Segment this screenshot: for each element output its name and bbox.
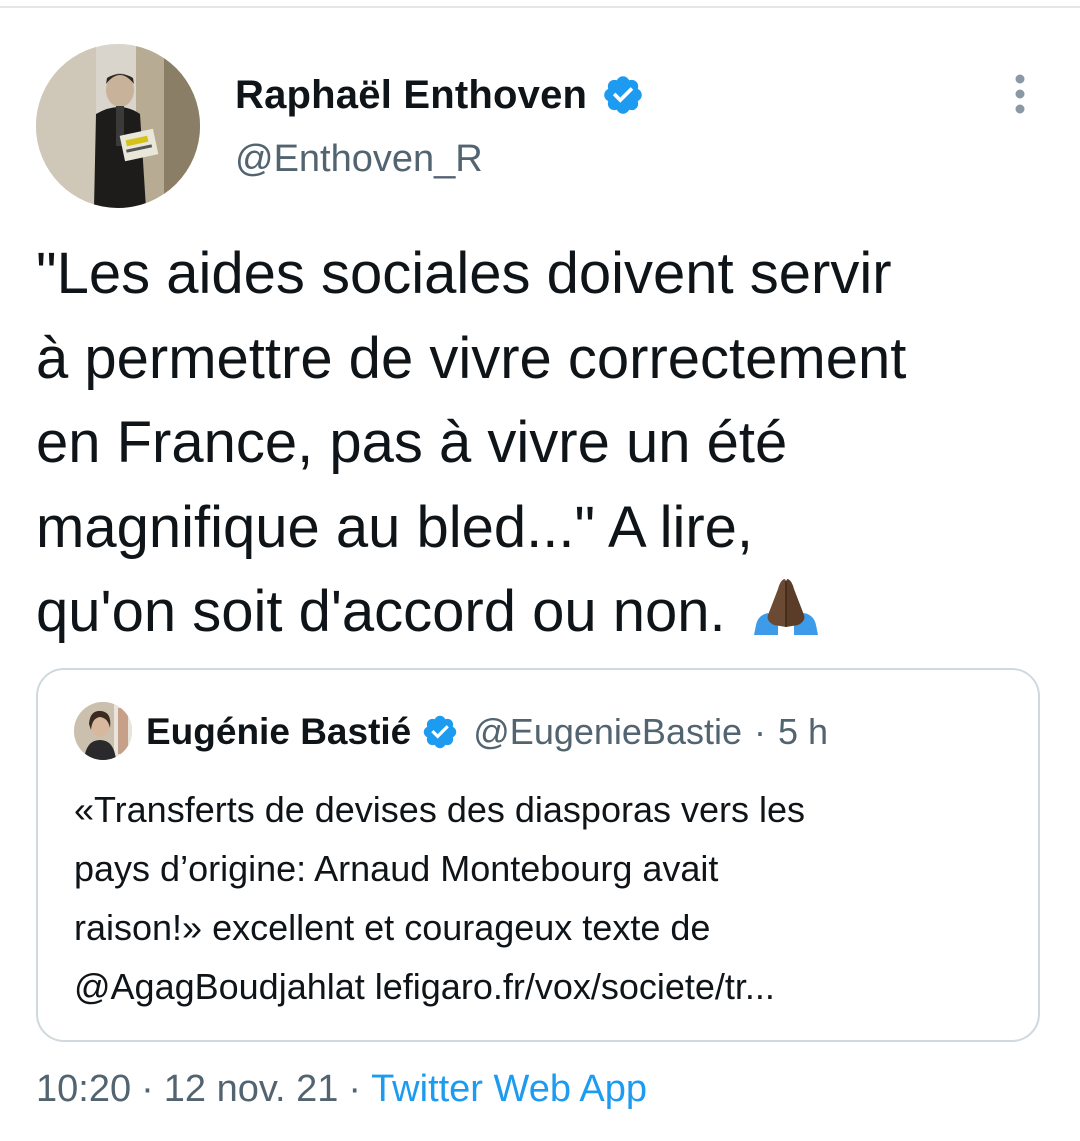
quoted-tweet-time[interactable]: 5 h (778, 711, 828, 753)
quoted-text-line: raison!» excellent et courageux texte de (74, 907, 711, 948)
more-vertical-icon (1015, 74, 1025, 114)
quoted-tweet-header: Eugénie Bastié @EugenieBastie · 5 h (146, 706, 828, 758)
author-display-name[interactable]: Raphaël Enthoven (235, 73, 587, 118)
top-divider (0, 6, 1080, 8)
quoted-text-line: «Transferts de devises des diasporas ver… (74, 789, 806, 830)
tweet-text-last-line: qu'on soit d'accord ou non. (36, 570, 1066, 655)
tweet-text-line: qu'on soit d'accord ou non. (36, 579, 726, 644)
author-avatar-image (36, 44, 200, 208)
tweet-text-line: en France, pas à vivre un été (36, 410, 788, 475)
quoted-text-line: @AgagBoudjahlat lefigaro.fr/vox/societe/… (74, 966, 775, 1007)
tweet-text-line: "Les aides sociales doivent servir (36, 241, 892, 306)
author-handle[interactable]: @Enthoven_R (235, 138, 483, 181)
author-name-row: Raphaël Enthoven (235, 70, 645, 120)
tweet-source-link[interactable]: Twitter Web App (371, 1068, 647, 1110)
quoted-author-avatar-image (74, 702, 132, 760)
separator-dot: · (753, 711, 766, 752)
folded-hands-emoji (744, 574, 828, 635)
quoted-author-name[interactable]: Eugénie Bastié (146, 711, 411, 753)
quoted-tweet-text: «Transferts de devises des diasporas ver… (74, 780, 1014, 1016)
separator-dot: · (141, 1068, 154, 1110)
verified-badge-icon (601, 73, 645, 117)
tweet-text-line: à permettre de vivre correctement (36, 325, 907, 391)
author-avatar[interactable] (36, 44, 200, 208)
tweet-text: "Les aides sociales doivent servir à per… (36, 232, 1066, 655)
tweet-date[interactable]: 12 nov. 21 (164, 1068, 339, 1110)
tweet-meta: 10:20 · 12 nov. 21 · Twitter Web App (36, 1068, 647, 1111)
verified-badge-icon (421, 713, 459, 751)
quoted-text-line: pays d’origine: Arnaud Montebourg avait (74, 848, 719, 889)
separator-dot: · (348, 1068, 362, 1110)
tweet-text-line: magnifique au bled..." A lire, (36, 494, 754, 560)
quoted-tweet-card[interactable]: Eugénie Bastié @EugenieBastie · 5 h «Tra… (36, 668, 1040, 1042)
tweet-time[interactable]: 10:20 (36, 1068, 131, 1110)
quoted-author-handle[interactable]: @EugenieBastie (473, 711, 742, 753)
quoted-author-avatar[interactable] (74, 702, 132, 760)
more-options-button[interactable] (1000, 70, 1040, 118)
